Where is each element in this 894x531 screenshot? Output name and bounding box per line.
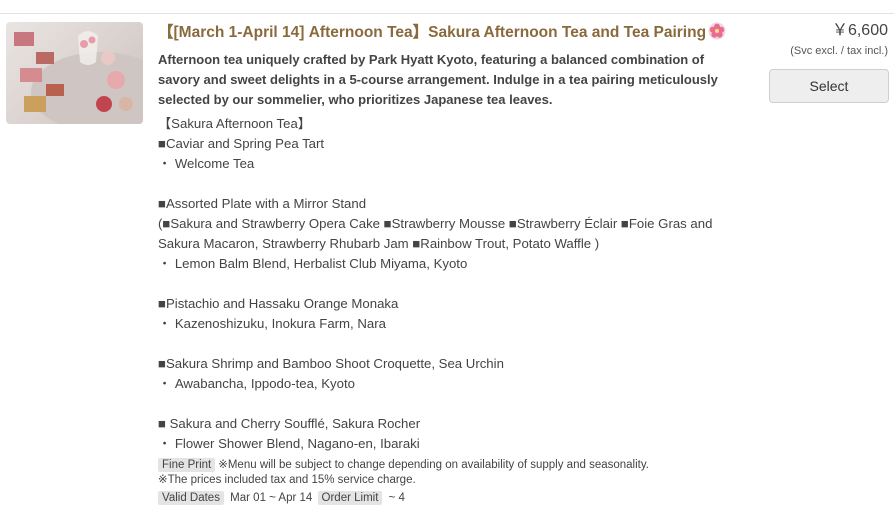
valid-dates-tag: Valid Dates: [158, 491, 224, 505]
menu-line: ■ Sakura and Cherry Soufflé, Sakura Roch…: [158, 416, 421, 431]
price-block: ￥6,600 (Svc excl. / tax incl.): [790, 21, 888, 59]
menu-line: ■Assorted Plate with a Mirror Stand: [158, 196, 367, 211]
fine-print-line1: ※Menu will be subject to change dependin…: [218, 459, 649, 471]
plan-description: Afternoon tea uniquely crafted by Park H…: [158, 52, 718, 107]
plan-title-text: 【[March 1-April 14] Afternoon Tea】Sakura…: [158, 24, 707, 41]
menu-line: (■Sakura and Strawberry Opera Cake ■Stra…: [158, 216, 713, 231]
menu-line: 【Sakura Afternoon Tea】: [158, 116, 311, 131]
menu-line: ・ Awabancha, Ippodo-tea, Kyoto: [158, 376, 355, 391]
plan-photo[interactable]: [6, 22, 143, 124]
top-divider: [0, 13, 894, 14]
order-limit-tag: Order Limit: [317, 491, 383, 505]
price-tax-note: (Svc excl. / tax incl.): [790, 45, 888, 57]
order-limit-value: ~ 4: [388, 492, 405, 504]
fine-print-line2: ※The prices included tax and 15% service…: [158, 474, 416, 486]
valid-dates-value: Mar 01 ~ Apr 14: [230, 492, 313, 504]
fine-print-section: Fine Print ※Menu will be subject to chang…: [158, 458, 778, 507]
menu-line: ■Pistachio and Hassaku Orange Monaka: [158, 296, 399, 311]
menu-line: ・ Flower Shower Blend, Nagano-en, Ibarak…: [158, 436, 420, 451]
menu-spacer: [158, 394, 758, 414]
menu-list: 【Sakura Afternoon Tea】 ■Caviar and Spring…: [158, 114, 758, 454]
afternoon-tea-photo-icon: [14, 31, 143, 124]
menu-line: ■Caviar and Spring Pea Tart: [158, 136, 325, 151]
select-button[interactable]: Select: [769, 69, 889, 103]
menu-spacer: [158, 174, 758, 194]
menu-spacer: [158, 334, 758, 354]
menu-line: ■Sakura Shrimp and Bamboo Shoot Croquett…: [158, 356, 504, 371]
menu-line: ・ Welcome Tea: [158, 156, 255, 171]
price-amount: ￥6,600: [831, 22, 888, 39]
menu-spacer: [158, 274, 758, 294]
menu-line: ・ Lemon Balm Blend, Herbalist Club Miyam…: [158, 256, 468, 271]
plan-title[interactable]: 【[March 1-April 14] Afternoon Tea】Sakura…: [158, 22, 758, 47]
menu-line: ・ Kazenoshizuku, Inokura Farm, Nara: [158, 316, 386, 331]
menu-line: Sakura Macaron, Strawberry Rhubarb Jam ■…: [158, 236, 600, 251]
cherry-blossom-icon: [708, 22, 726, 47]
fine-print-tag: Fine Print: [158, 458, 216, 472]
